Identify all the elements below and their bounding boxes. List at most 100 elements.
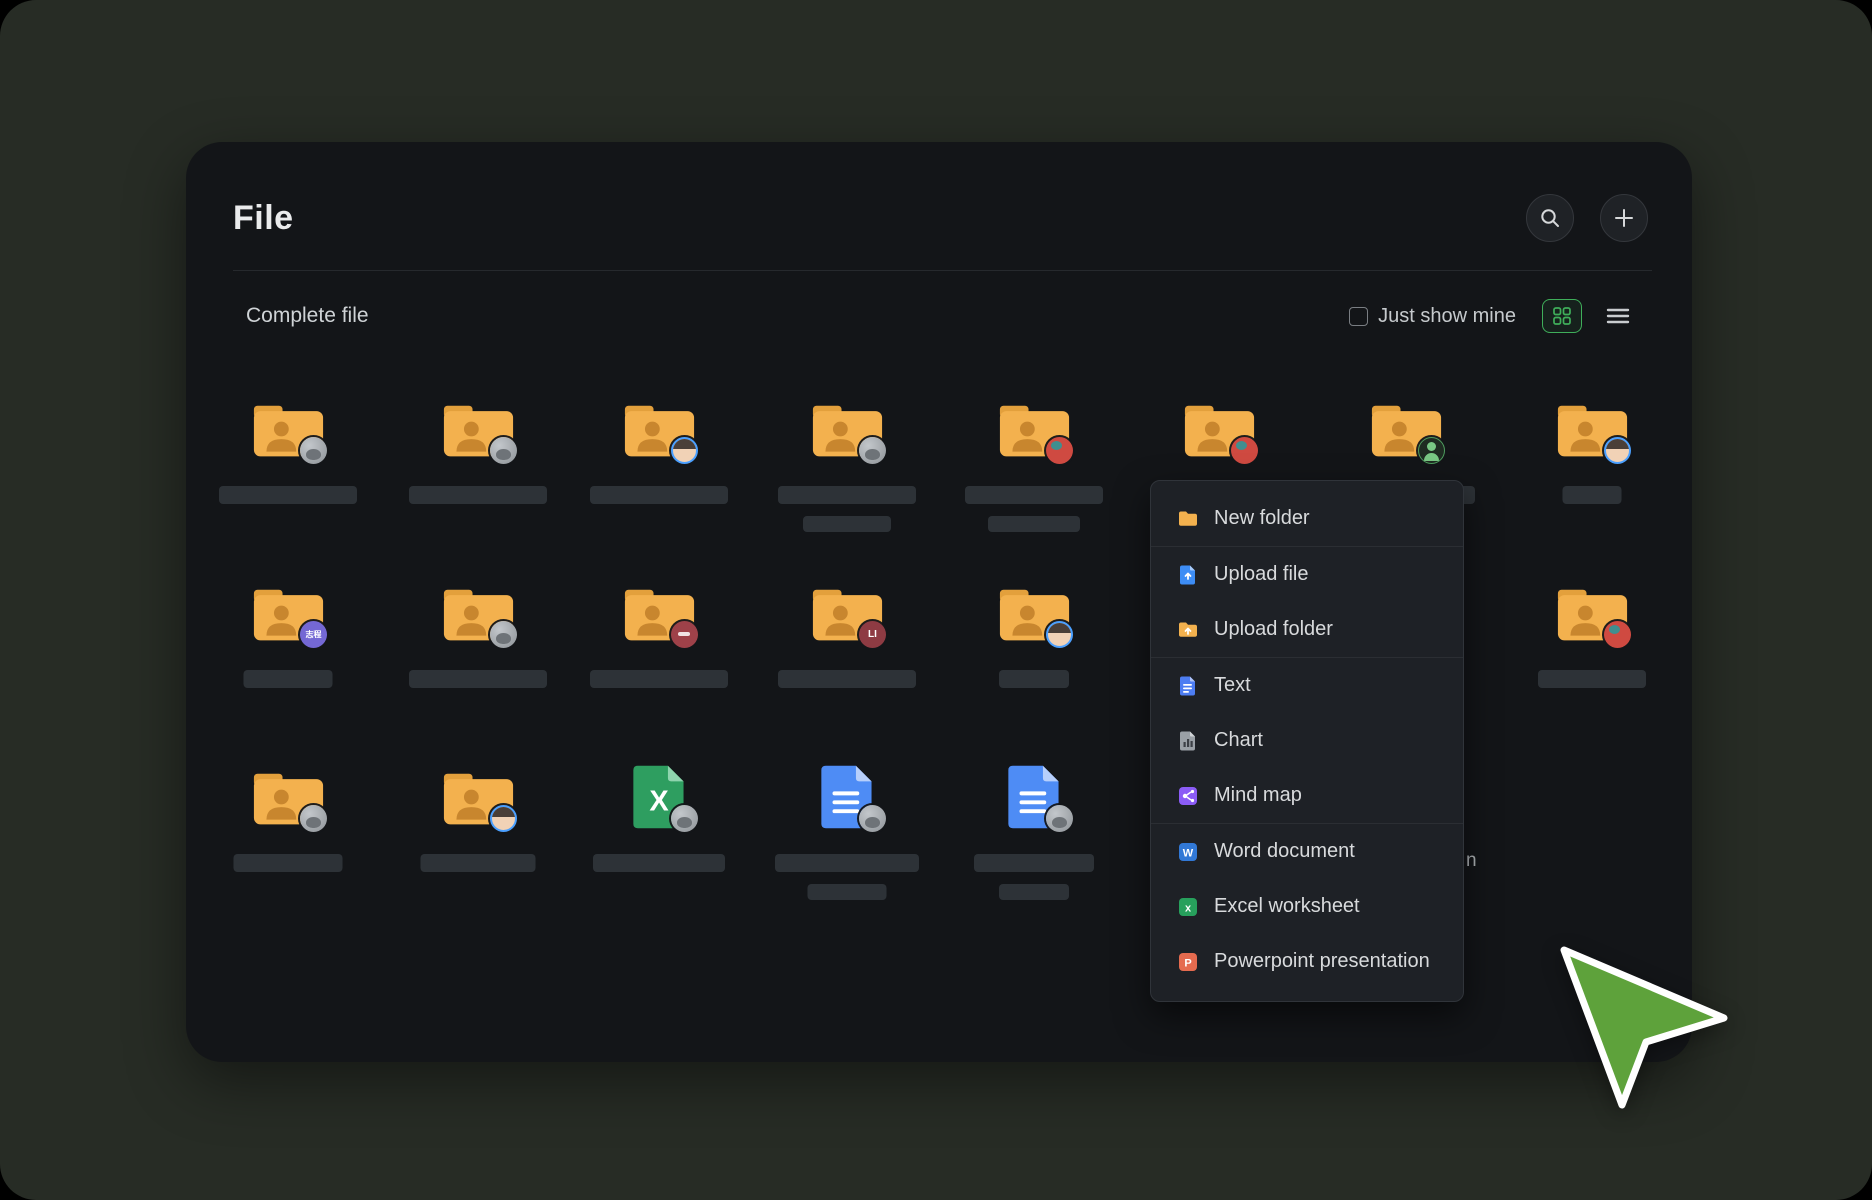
upload-file-icon <box>1177 564 1199 586</box>
menu-item-label: Excel worksheet <box>1214 895 1360 918</box>
grid-item[interactable] <box>1512 390 1672 550</box>
folder-icon <box>208 758 368 836</box>
folder-icon <box>954 390 1114 468</box>
folder-icon <box>208 574 368 652</box>
grid-item[interactable] <box>398 390 558 550</box>
svg-text:X: X <box>649 785 669 817</box>
file-grid: 志程 LI <box>186 142 1692 1062</box>
menu-item-text[interactable]: Text <box>1151 658 1463 713</box>
file-name-placeholder <box>778 486 916 504</box>
folder-icon <box>767 574 927 652</box>
excel-icon: x <box>1177 896 1199 918</box>
hidden-name-fragment: n <box>1466 850 1477 872</box>
member-avatar: LI <box>859 621 886 648</box>
member-avatar: 志程 <box>300 621 327 648</box>
screen: File Complete file <box>0 0 1872 1200</box>
member-avatar <box>671 621 698 648</box>
file-manager-window: File Complete file <box>186 142 1692 1062</box>
new-folder-icon <box>1177 508 1199 530</box>
folder-icon <box>398 390 558 468</box>
folder-icon <box>954 574 1114 652</box>
grid-item[interactable] <box>954 574 1114 734</box>
file-name-placeholder <box>593 854 725 872</box>
folder-icon <box>579 574 739 652</box>
menu-item-label: Powerpoint presentation <box>1214 950 1430 973</box>
member-avatar <box>490 437 517 464</box>
grid-item[interactable] <box>579 574 739 734</box>
folder-icon <box>767 390 927 468</box>
menu-group: Text Chart Mind map <box>1151 657 1463 823</box>
doc-icon <box>767 758 927 836</box>
file-name-placeholder <box>409 486 547 504</box>
file-name-placeholder <box>965 486 1103 504</box>
file-name-placeholder <box>219 486 357 504</box>
file-name-placeholder <box>1563 486 1622 504</box>
member-avatar <box>1046 437 1073 464</box>
create-context-menu: New folder Upload file Upload folder Text Ch… <box>1150 480 1464 1002</box>
grid-item[interactable] <box>398 758 558 918</box>
svg-text:P: P <box>1184 957 1191 969</box>
file-name-placeholder <box>234 854 343 872</box>
grid-item[interactable] <box>579 390 739 550</box>
upload-folder-icon <box>1177 619 1199 641</box>
member-avatar <box>859 805 886 832</box>
folder-icon <box>579 390 739 468</box>
menu-item-label: Text <box>1214 674 1251 697</box>
file-name-placeholder <box>244 670 333 688</box>
grid-item[interactable] <box>398 574 558 734</box>
grid-item[interactable] <box>767 758 927 918</box>
menu-item-label: Chart <box>1214 729 1263 752</box>
excel-icon: X <box>579 758 739 836</box>
folder-icon <box>398 574 558 652</box>
file-name-placeholder <box>803 516 891 532</box>
menu-item-excel-worksheet[interactable]: x Excel worksheet <box>1151 879 1463 934</box>
ppt-icon: P <box>1177 951 1199 973</box>
member-avatar <box>1604 621 1631 648</box>
member-avatar <box>490 805 517 832</box>
cursor-arrow <box>1556 942 1738 1118</box>
menu-item-upload-file[interactable]: Upload file <box>1151 547 1463 602</box>
chart-icon <box>1177 730 1199 752</box>
member-avatar <box>671 805 698 832</box>
menu-item-word-document[interactable]: WWord document <box>1151 824 1463 879</box>
text-doc-icon <box>1177 675 1199 697</box>
grid-item[interactable] <box>208 390 368 550</box>
folder-icon <box>398 758 558 836</box>
menu-item-powerpoint-presentation[interactable]: P Powerpoint presentation <box>1151 934 1463 989</box>
file-name-placeholder <box>974 854 1094 872</box>
mind-map-icon <box>1177 785 1199 807</box>
grid-item[interactable]: LI <box>767 574 927 734</box>
file-name-placeholder <box>775 854 919 872</box>
grid-item[interactable] <box>954 758 1114 918</box>
member-avatar <box>671 437 698 464</box>
menu-item-new-folder[interactable]: New folder <box>1151 491 1463 546</box>
folder-icon <box>1139 390 1299 468</box>
grid-item[interactable] <box>208 758 368 918</box>
menu-group: New folder <box>1151 491 1463 546</box>
file-name-placeholder <box>988 516 1080 532</box>
menu-item-label: Upload folder <box>1214 618 1333 641</box>
member-avatar <box>300 437 327 464</box>
word-icon: W <box>1177 841 1199 863</box>
grid-item[interactable] <box>1512 574 1672 734</box>
file-name-placeholder <box>409 670 547 688</box>
file-name-placeholder <box>999 670 1069 688</box>
menu-item-upload-folder[interactable]: Upload folder <box>1151 602 1463 657</box>
member-avatar <box>859 437 886 464</box>
menu-item-chart[interactable]: Chart <box>1151 713 1463 768</box>
grid-item[interactable] <box>767 390 927 550</box>
grid-item[interactable]: 志程 <box>208 574 368 734</box>
grid-item[interactable]: X <box>579 758 739 918</box>
file-name-placeholder <box>421 854 536 872</box>
folder-icon <box>1326 390 1486 468</box>
file-name-placeholder <box>590 670 728 688</box>
grid-item[interactable] <box>954 390 1114 550</box>
menu-item-mind-map[interactable]: Mind map <box>1151 768 1463 823</box>
file-name-placeholder <box>808 884 887 900</box>
menu-item-label: Upload file <box>1214 563 1309 586</box>
member-avatar <box>490 621 517 648</box>
file-name-placeholder <box>778 670 916 688</box>
member-avatar <box>1046 805 1073 832</box>
svg-text:x: x <box>1185 902 1192 914</box>
folder-icon <box>208 390 368 468</box>
